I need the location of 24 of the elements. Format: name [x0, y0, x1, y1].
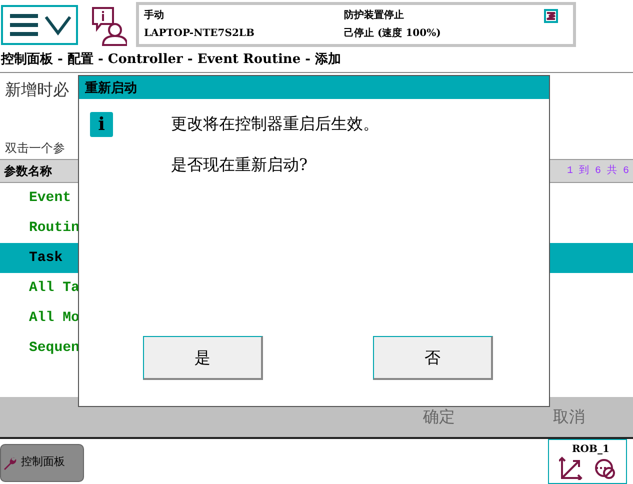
breadcrumb: 控制面板 - 配置 - Controller - Event Routine - 添加 — [0, 52, 342, 68]
no-incremental-icon — [594, 458, 616, 480]
controller-name: LAPTOP-NTE7S2LB — [144, 26, 256, 41]
quickset-button[interactable]: ROB_1 — [548, 439, 627, 484]
event-log-icon — [91, 6, 127, 46]
dialog-message: 是否现在重新启动? — [171, 154, 309, 176]
coordinate-axes-icon — [559, 456, 583, 480]
column-header: 参数名称 — [4, 163, 52, 180]
run-state: 己停止 (速度 100%) — [344, 26, 442, 41]
menu-icon — [8, 12, 72, 38]
dialog-message: 更改将在控制器重启后生效。 — [171, 113, 379, 135]
info-icon: i — [90, 112, 113, 137]
status-icon — [544, 9, 558, 23]
safety-status: 防护装置停止 — [344, 8, 405, 24]
wrench-icon — [3, 456, 17, 470]
operating-mode: 手动 — [144, 8, 165, 24]
row-count: 1 到 6 共 6 — [566, 164, 629, 178]
dialog-button[interactable]: 是 — [143, 336, 263, 380]
page-heading: 新增时必 — [4, 79, 69, 101]
dialog-button[interactable]: 否 — [373, 336, 493, 380]
menu-button[interactable] — [1, 5, 78, 45]
instruction-text: 双击一个参 — [4, 140, 66, 157]
taskbar-app-button[interactable]: 控制面板 — [0, 444, 84, 482]
dialog-title: 重新启动 — [79, 76, 549, 99]
